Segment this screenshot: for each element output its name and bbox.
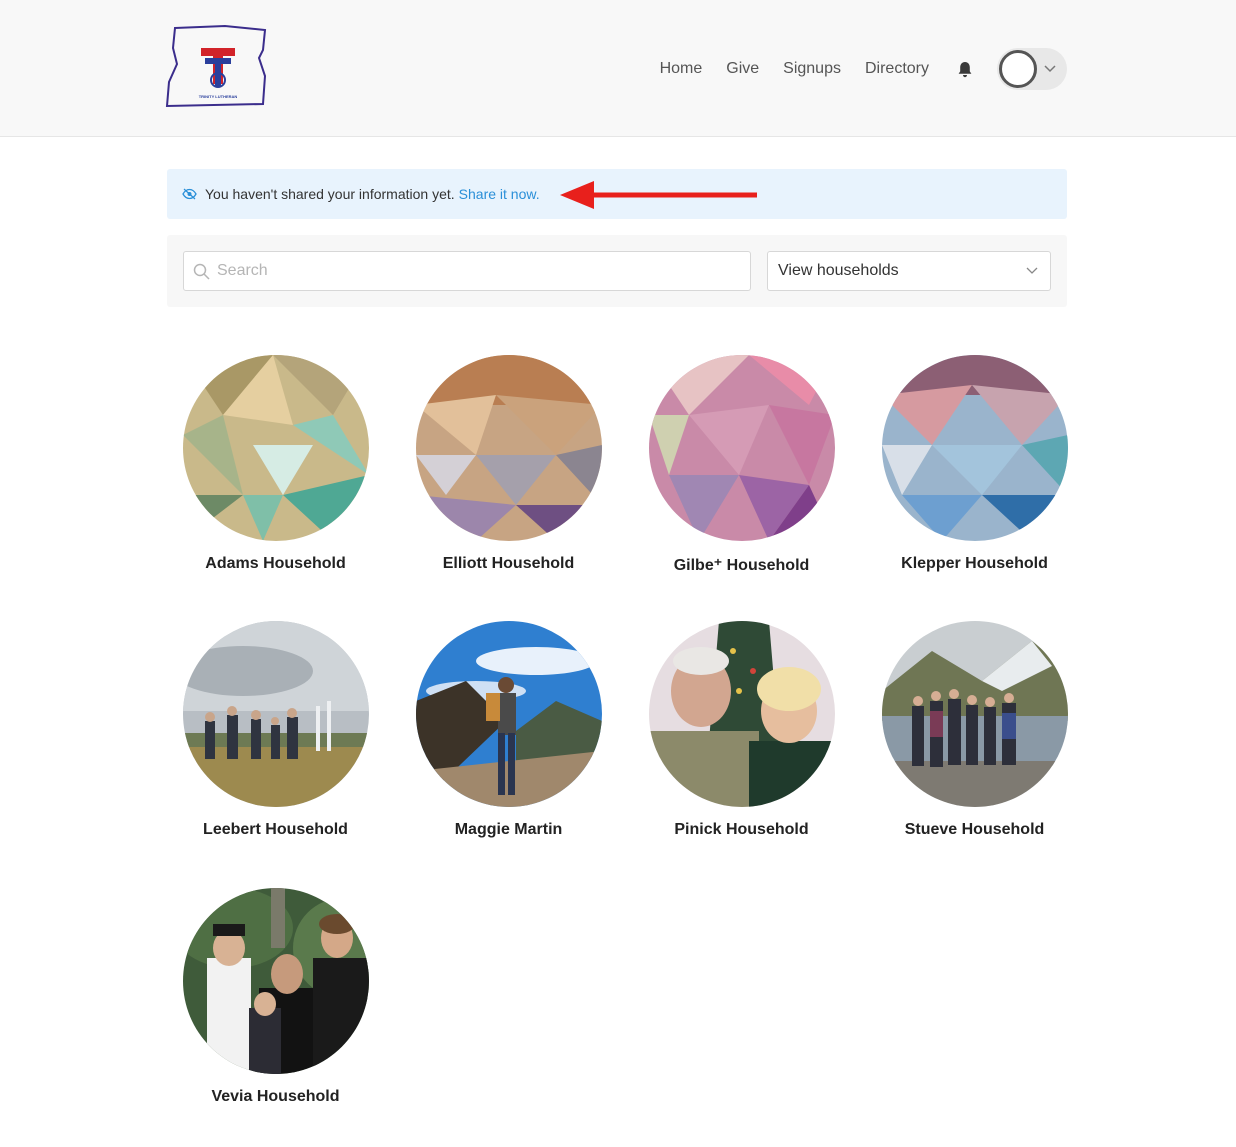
household-avatar [182, 888, 369, 1074]
household-avatar [881, 621, 1068, 807]
chevron-down-icon [1044, 63, 1056, 75]
bell-icon[interactable] [957, 60, 975, 78]
household-card-elliott[interactable]: Elliott Household [400, 355, 617, 573]
share-it-now-link[interactable]: Share it now. [459, 186, 540, 202]
search-icon [193, 262, 211, 280]
household-card-klepper[interactable]: Klepper Household [866, 355, 1083, 573]
view-select[interactable]: View households [767, 251, 1051, 291]
household-name: Pinick Household [674, 821, 809, 838]
nav-signups[interactable]: Signups [783, 48, 841, 90]
household-card-leebert[interactable]: Leebert Household [167, 621, 384, 839]
household-name: Gilbe⁺ Household [673, 557, 810, 574]
household-name: Elliott Household [442, 555, 575, 572]
user-menu-toggle[interactable] [997, 48, 1067, 90]
household-card-stueve[interactable]: Stueve Household [866, 621, 1083, 839]
household-avatar [881, 355, 1068, 541]
search-box[interactable] [183, 251, 751, 291]
directory-toolbar: View households [167, 235, 1067, 307]
household-avatar [648, 355, 835, 541]
nav-directory[interactable]: Directory [865, 48, 929, 90]
avatar [999, 50, 1037, 88]
search-input[interactable] [217, 253, 737, 289]
household-avatar [415, 355, 602, 541]
eye-slash-icon [182, 187, 198, 201]
household-avatar [182, 621, 369, 807]
household-card-adams[interactable]: Adams Household [167, 355, 384, 573]
household-card-vevia[interactable]: Vevia Household [167, 888, 384, 1106]
nav-give[interactable]: Give [726, 48, 759, 90]
household-avatar [182, 355, 369, 541]
logo-text: TRINITY LUTHERAN [199, 94, 238, 99]
household-card-gilbert[interactable]: Gilbe⁺ Household [633, 355, 850, 575]
household-avatar [415, 621, 602, 807]
household-name: Vevia Household [211, 1088, 340, 1105]
nav-home[interactable]: Home [660, 48, 703, 90]
church-logo[interactable]: TRINITY LUTHERAN [165, 24, 271, 108]
top-nav: Home Give Signups Directory [660, 48, 1067, 90]
household-name: Klepper Household [901, 555, 1048, 572]
red-arrow-annotation [560, 181, 757, 209]
household-name: Stueve Household [904, 821, 1045, 838]
household-card-maggie-martin[interactable]: Maggie Martin [400, 621, 617, 839]
household-name: Adams Household [205, 555, 346, 572]
view-select-value: View households [778, 262, 899, 279]
chevron-down-icon [1026, 265, 1038, 277]
site-header: TRINITY LUTHERAN Home Give Signups Direc… [0, 0, 1236, 137]
household-name: Maggie Martin [454, 821, 563, 838]
household-card-pinick[interactable]: Pinick Household [633, 621, 850, 839]
household-avatar [648, 621, 835, 807]
household-name: Leebert Household [203, 821, 348, 838]
alert-message: You haven't shared your information yet. [205, 186, 455, 202]
